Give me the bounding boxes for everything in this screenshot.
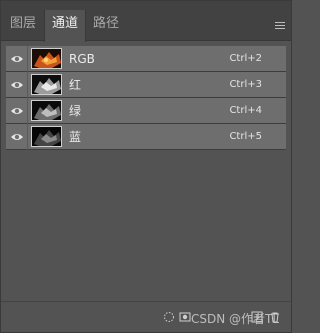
panel-footer: CSDN @作者TL [1,301,291,332]
eye-icon [11,134,23,140]
new-channel-icon[interactable] [251,311,263,323]
channel-shortcut: Ctrl+4 [229,105,262,116]
visibility-toggle[interactable] [6,124,28,150]
tab-channels[interactable]: 通道 [44,10,86,42]
channel-thumbnail [31,126,62,147]
channel-shortcut: Ctrl+5 [229,131,262,142]
visibility-toggle[interactable] [6,72,28,98]
channel-thumbnail [31,74,62,95]
channel-row-red[interactable]: 红 Ctrl+3 [6,72,286,98]
eye-icon [11,56,23,62]
tab-layers[interactable]: 图层 [4,10,42,41]
trash-icon[interactable] [269,311,281,323]
tab-paths[interactable]: 路径 [87,10,125,41]
visibility-toggle[interactable] [6,98,28,124]
dotted-circle-icon[interactable] [163,311,175,323]
watermark-text: CSDN @作者TL [191,312,280,326]
eye-icon [11,82,23,88]
eye-icon [11,108,23,114]
channel-row-blue[interactable]: 蓝 Ctrl+5 [6,124,286,150]
mask-icon[interactable] [179,311,191,323]
panel-tab-bar: 图层 通道 路径 [1,1,291,42]
channel-row-rgb[interactable]: RGB Ctrl+2 [6,46,286,72]
visibility-toggle[interactable] [6,46,28,72]
channel-name: 蓝 [69,130,82,144]
channel-thumbnail [31,100,62,121]
channel-thumbnail [31,48,62,69]
channel-name: 红 [69,78,82,92]
channel-shortcut: Ctrl+3 [229,79,262,90]
channels-panel: 图层 通道 路径 RGB Ctrl+2 红 Ctrl+3 绿 Ctrl+4 蓝 … [0,0,292,333]
channel-name: 绿 [69,104,82,118]
channel-name: RGB [69,52,95,66]
hamburger-menu-icon[interactable] [275,22,285,30]
channel-shortcut: Ctrl+2 [229,53,262,64]
channel-list: RGB Ctrl+2 红 Ctrl+3 绿 Ctrl+4 蓝 Ctrl+5 [6,46,286,150]
channel-row-green[interactable]: 绿 Ctrl+4 [6,98,286,124]
